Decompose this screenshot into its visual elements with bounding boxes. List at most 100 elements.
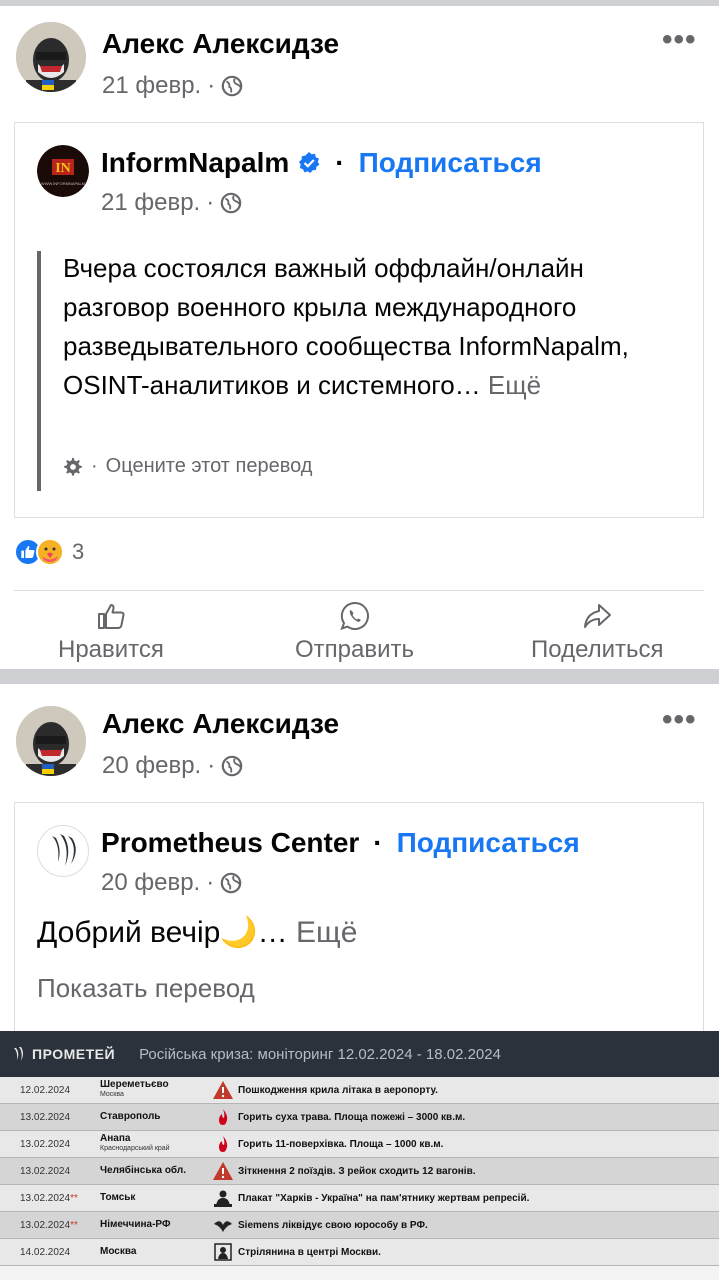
page-name-row: Prometheus Center · Подписаться: [101, 827, 580, 859]
shared-post-card[interactable]: IN WWW.INFORMNAPALM InformNapalm · Подпи…: [14, 122, 704, 518]
actions-divider: [14, 590, 704, 591]
rate-translation-label[interactable]: Оцените этот перевод: [106, 455, 313, 478]
quote-bar: [37, 251, 41, 491]
page-avatar[interactable]: IN WWW.INFORMNAPALM: [37, 145, 89, 197]
monitoring-table: 12.02.2024 Шереметьєво Москва Пошкодження к…: [0, 1077, 719, 1266]
follow-button[interactable]: Подписаться: [397, 827, 580, 859]
row-event: Стрілянина в центрі Москви.: [238, 1246, 381, 1258]
top-divider: [0, 0, 719, 6]
whatsapp-icon: [339, 601, 369, 631]
post-date[interactable]: 21 февр.: [102, 72, 201, 100]
share-icon: [584, 604, 612, 628]
table-row: 13.02.2024** Томськ Плакат "Харків - Украї…: [0, 1185, 719, 1212]
shared-post-meta: 20 февр. ·: [101, 869, 242, 897]
warning-icon: [208, 1080, 238, 1100]
feed-separator: [0, 669, 719, 684]
page-name[interactable]: InformNapalm: [101, 147, 289, 179]
row-city: Анапа Краснодарський край: [100, 1134, 208, 1154]
share-label: Поделиться: [531, 636, 664, 663]
meta-separator: ·: [206, 189, 215, 216]
shared-post-card[interactable]: Prometheus Center · Подписаться 20 февр.…: [14, 802, 704, 1032]
row-event: Пошкодження крила літака в аеропорту.: [238, 1084, 438, 1096]
monitoring-title: Російська криза: моніторинг 12.02.2024 -…: [139, 1045, 501, 1063]
prometheus-logo: ПРОМЕТЕЙ: [12, 1046, 115, 1062]
row-city: Москва: [100, 1246, 137, 1257]
row-city: Шереметьєво Москва: [100, 1080, 208, 1100]
page-name-row: InformNapalm · Подписаться: [101, 147, 542, 179]
monitoring-header: ПРОМЕТЕЙ Російська криза: моніторинг 12.…: [0, 1031, 719, 1077]
send-button[interactable]: Отправить: [295, 600, 414, 664]
person-icon: [208, 1189, 238, 1207]
row-event: Горить суха трава. Площа пожежі – 3000 к…: [238, 1111, 466, 1123]
reactions-count[interactable]: 3: [72, 539, 84, 565]
meta-separator: ·: [207, 752, 216, 779]
gear-icon: [64, 457, 82, 476]
row-date: 13.02.2024: [20, 1165, 71, 1177]
post-author-name[interactable]: Алекс Алексидзе: [102, 708, 339, 740]
post-text-body: Добрий вечір🌙…: [37, 916, 288, 949]
gun-icon: [208, 1243, 238, 1261]
meta-separator: ·: [207, 72, 216, 99]
like-label: Нравится: [58, 636, 164, 663]
rate-translation[interactable]: · Оцените этот перевод: [63, 455, 312, 478]
globe-icon: [220, 192, 242, 214]
post-text: Вчера состоялся важный оффлайн/онлайн ра…: [63, 249, 683, 405]
verified-badge-icon: [299, 152, 320, 173]
more-options-button[interactable]: •••: [662, 705, 697, 735]
post-date[interactable]: 20 февр.: [102, 752, 201, 780]
table-row: 13.02.2024 Ставрополь Горить суха трава. П…: [0, 1104, 719, 1131]
row-date: 13.02.2024: [20, 1111, 71, 1123]
row-date: 14.02.2024: [20, 1246, 71, 1258]
row-region: Москва: [100, 1091, 124, 1098]
table-row: 14.02.2024 Москва Стрілянина в центрі Моск…: [0, 1239, 719, 1266]
more-options-button[interactable]: •••: [662, 25, 697, 55]
follow-separator: ·: [335, 147, 345, 178]
page-avatar[interactable]: [37, 825, 89, 877]
shared-post-meta: 21 февр. ·: [101, 189, 242, 217]
globe-icon: [220, 872, 242, 894]
post-meta: 21 февр. ·: [102, 72, 243, 100]
row-event: Зіткнення 2 поїздів. З рейок сходить 12 …: [238, 1165, 476, 1177]
row-star: **: [70, 1192, 78, 1204]
page-name[interactable]: Prometheus Center: [101, 827, 359, 859]
follow-button[interactable]: Подписаться: [359, 147, 542, 179]
like-icon: [97, 604, 125, 629]
fire-icon: [208, 1135, 238, 1153]
shared-post-date[interactable]: 20 февр.: [101, 869, 200, 897]
row-city: Німеччина-РФ: [100, 1219, 171, 1230]
like-button[interactable]: Нравится: [58, 600, 164, 664]
svg-text:IN: IN: [55, 161, 71, 176]
row-city: Томськ: [100, 1192, 136, 1203]
prometheus-logo-icon: [14, 1047, 23, 1061]
send-label: Отправить: [295, 636, 415, 663]
table-row: 13.02.2024 Челябінська обл. Зіткнення 2 по…: [0, 1158, 719, 1185]
show-translation-link[interactable]: Показать перевод: [37, 973, 255, 1004]
row-date: 12.02.2024: [20, 1084, 71, 1096]
rate-separator: ·: [91, 455, 98, 477]
monitoring-image[interactable]: ПРОМЕТЕЙ Російська криза: моніторинг 12.…: [0, 1031, 719, 1280]
follow-separator: ·: [373, 827, 383, 858]
row-date: 13.02.2024**: [20, 1219, 78, 1231]
row-date: 13.02.2024: [20, 1138, 71, 1150]
reactions-summary[interactable]: 3: [14, 538, 84, 566]
post-meta: 20 февр. ·: [102, 752, 243, 780]
share-button[interactable]: Поделиться: [531, 600, 664, 664]
post-text-body: Вчера состоялся важный оффлайн/онлайн ра…: [63, 253, 629, 400]
table-row: 12.02.2024 Шереметьєво Москва Пошкодження к…: [0, 1077, 719, 1104]
author-avatar[interactable]: [16, 22, 86, 92]
svg-text:WWW.INFORMNAPALM: WWW.INFORMNAPALM: [41, 181, 85, 186]
table-row: 13.02.2024 Анапа Краснодарський край Горить…: [0, 1131, 719, 1158]
post-author-name[interactable]: Алекс Алексидзе: [102, 28, 339, 60]
see-more-link[interactable]: Ещё: [296, 916, 357, 949]
care-reaction-icon: [36, 538, 64, 566]
post-text: Добрий вечір🌙… Ещё: [37, 915, 357, 950]
row-event: Плакат "Харків - Україна" на пам'ятнику …: [238, 1192, 530, 1204]
bird-icon: [208, 1216, 238, 1234]
see-more-link[interactable]: Ещё: [488, 370, 541, 400]
logo-text: ПРОМЕТЕЙ: [32, 1046, 116, 1062]
row-city: Ставрополь: [100, 1111, 161, 1122]
author-avatar[interactable]: [16, 706, 86, 776]
globe-icon: [221, 75, 243, 97]
shared-post-date[interactable]: 21 февр.: [101, 189, 200, 217]
row-date: 13.02.2024**: [20, 1192, 78, 1204]
